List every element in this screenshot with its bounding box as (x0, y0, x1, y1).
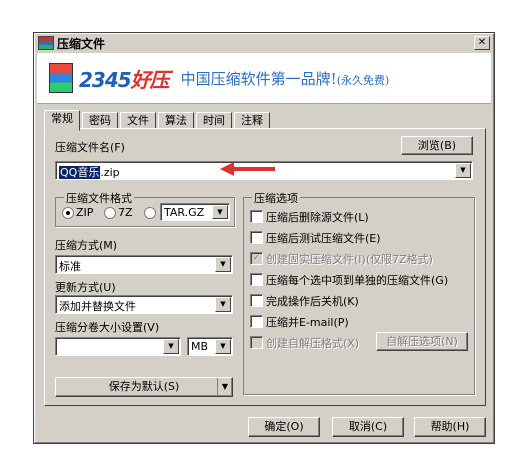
option-separate-archives-checkbox[interactable] (250, 273, 263, 286)
brand-name: 2345好压 (79, 64, 170, 93)
chevron-down-icon[interactable]: ▼ (216, 378, 228, 396)
format-extra-value: TAR.GZ (164, 206, 205, 219)
split-size-combo[interactable]: ▼ (55, 337, 181, 356)
option-delete-source-label: 压缩后删除源文件(L) (266, 211, 369, 224)
red-arrow-icon (220, 162, 275, 176)
chevron-down-icon[interactable]: ▼ (212, 205, 228, 219)
format-7z-label: 7Z (118, 206, 133, 219)
ok-button[interactable]: 确定(O) (248, 417, 320, 437)
option-sfx-label: 创建自解压格式(X) (266, 337, 360, 350)
method-value: 标准 (59, 260, 81, 273)
option-test-archive-checkbox[interactable] (250, 231, 263, 244)
brand-banner: 2345好压 中国压缩软件第一品牌!(永久免费) (37, 53, 491, 104)
save-default-label: 保存为默认(S) (108, 380, 180, 393)
haozip-logo-icon (49, 63, 73, 93)
browse-button[interactable]: 浏览(B) (401, 136, 473, 155)
title-bar[interactable]: 压缩文件 ✕ (36, 35, 492, 51)
brand-word: 好压 (130, 67, 170, 92)
option-email-label: 压缩并E-mail(P) (266, 316, 349, 329)
help-button[interactable]: 帮助(H) (414, 417, 486, 437)
option-separate-archives-label: 压缩每个选中项到单独的压缩文件(G) (266, 274, 449, 287)
chevron-down-icon[interactable]: ▼ (163, 339, 179, 354)
update-label: 更新方式(U) (55, 281, 116, 294)
chevron-down-icon[interactable]: ▼ (215, 339, 231, 354)
compress-dialog: 压缩文件 ✕ 2345好压 中国压缩软件第一品牌!(永久免费) 常规 密码 文件… (33, 32, 495, 444)
format-7z-radio[interactable] (104, 207, 116, 219)
slogan-note: (永久免费) (336, 73, 390, 87)
save-default-button[interactable]: 保存为默认(S) ▼ (55, 377, 233, 397)
format-zip-label: ZIP (76, 206, 94, 219)
option-sfx-checkbox[interactable] (250, 336, 263, 349)
chevron-down-icon[interactable]: ▼ (215, 257, 231, 272)
close-button[interactable]: ✕ (474, 36, 490, 50)
chevron-down-icon[interactable]: ▼ (215, 297, 231, 312)
tab-general[interactable]: 常规 (44, 110, 80, 131)
split-unit-combo[interactable]: MB ▼ (187, 337, 233, 356)
option-shutdown-label: 完成操作后关机(K) (266, 295, 359, 308)
update-combo[interactable]: 添加并替换文件 ▼ (55, 295, 233, 314)
method-label: 压缩方式(M) (55, 239, 118, 252)
format-extra-combo[interactable]: TAR.GZ ▼ (160, 203, 230, 221)
format-zip-radio[interactable] (62, 207, 74, 219)
general-panel: 压缩文件名(F) 浏览(B) QQ音乐.zip ▼ 压缩文件格式 ZIP 7Z … (44, 128, 486, 406)
options-group-title: 压缩选项 (252, 190, 300, 206)
filename-extension: .zip (100, 166, 120, 179)
archive-icon (38, 36, 54, 50)
tab-bar: 常规 密码 文件 算法 时间 注释 (44, 110, 272, 131)
window-title: 压缩文件 (57, 36, 106, 51)
option-shutdown-checkbox[interactable] (250, 294, 263, 307)
option-solid-archive-checkbox[interactable]: ✓ (250, 252, 263, 265)
brand-number: 2345 (79, 67, 132, 92)
option-solid-archive-label: 创建固实压缩文件(I)(仅限7Z格式) (266, 253, 433, 266)
format-other-radio[interactable] (144, 207, 156, 219)
method-combo[interactable]: 标准 ▼ (55, 255, 233, 274)
slogan: 中国压缩软件第一品牌!(永久免费) (180, 69, 390, 88)
format-group-title: 压缩文件格式 (64, 190, 134, 206)
option-test-archive-label: 压缩后测试压缩文件(E) (266, 232, 381, 245)
format-group: 压缩文件格式 ZIP 7Z TAR.GZ ▼ (55, 190, 235, 227)
update-value: 添加并替换文件 (59, 300, 136, 313)
cancel-button[interactable]: 取消(C) (332, 417, 404, 437)
sfx-options-button[interactable]: 自解压选项(N) (376, 332, 468, 351)
option-delete-source-checkbox[interactable] (250, 210, 263, 223)
split-unit-value: MB (191, 340, 209, 353)
options-group: 压缩选项 压缩后删除源文件(L) 压缩后测试压缩文件(E) ✓ 创建固实压缩文件… (243, 190, 475, 395)
chevron-down-icon[interactable]: ▼ (455, 163, 471, 178)
filename-label: 压缩文件名(F) (55, 141, 125, 154)
split-label: 压缩分卷大小设置(V) (55, 321, 160, 334)
filename-selected-text: QQ音乐 (59, 166, 101, 179)
option-email-checkbox[interactable] (250, 315, 263, 328)
